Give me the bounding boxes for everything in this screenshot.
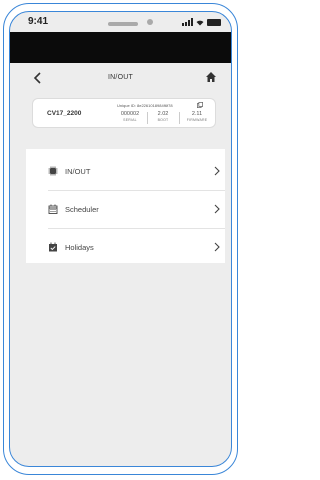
phone-screen: 9:41 IN/OUT CV17_2200 Unique ID: 8e22610…: [9, 11, 232, 467]
status-bar: 9:41: [10, 12, 231, 32]
header-band: [10, 32, 231, 63]
menu-item-label: IN/OUT: [65, 167, 91, 176]
chevron-right-icon: [214, 166, 220, 176]
nav-bar: IN/OUT: [10, 63, 231, 93]
signal-icon: [182, 18, 193, 26]
info-divider: [179, 112, 180, 124]
serial-label: SERIAL: [123, 118, 137, 122]
calendar-grid-icon: [48, 204, 58, 214]
page-title: IN/OUT: [108, 74, 133, 81]
firmware-info: 2.11 FIRMWARE: [181, 111, 213, 122]
info-divider: [147, 112, 148, 124]
speaker-grille: [108, 22, 138, 26]
wifi-icon: [196, 20, 204, 26]
copy-icon[interactable]: [197, 102, 203, 108]
battery-icon: [207, 19, 221, 26]
chip-icon: [48, 166, 58, 176]
calendar-check-icon: [49, 242, 57, 252]
boot-label: BOOT: [157, 118, 169, 122]
firmware-value: 2.11: [191, 111, 203, 117]
menu-item-label: Holidays: [65, 243, 94, 252]
chevron-right-icon: [214, 242, 220, 252]
firmware-label: FIRMWARE: [186, 118, 208, 122]
device-info-card: CV17_2200 Unique ID: 8e2261018984f6f78 0…: [32, 98, 216, 128]
boot-info: 2.02 BOOT: [149, 111, 177, 122]
chevron-right-icon: [214, 204, 220, 214]
serial-info: 000002 SERIAL: [115, 111, 145, 122]
boot-value: 2.02: [157, 111, 169, 117]
device-name: CV17_2200: [47, 110, 82, 117]
unique-id: Unique ID: 8e2261018984f6f78: [117, 103, 173, 108]
serial-value: 000002: [120, 111, 140, 117]
menu-item-label: Scheduler: [65, 205, 99, 214]
home-icon[interactable]: [205, 71, 217, 83]
status-time: 9:41: [28, 16, 49, 27]
menu-list: IN/OUT Scheduler Holidays: [26, 149, 225, 263]
menu-item-inout[interactable]: IN/OUT: [26, 152, 225, 190]
front-camera: [147, 19, 153, 25]
menu-item-scheduler[interactable]: Scheduler: [26, 190, 225, 228]
menu-item-holidays[interactable]: Holidays: [26, 228, 225, 266]
status-icons: [182, 18, 221, 26]
